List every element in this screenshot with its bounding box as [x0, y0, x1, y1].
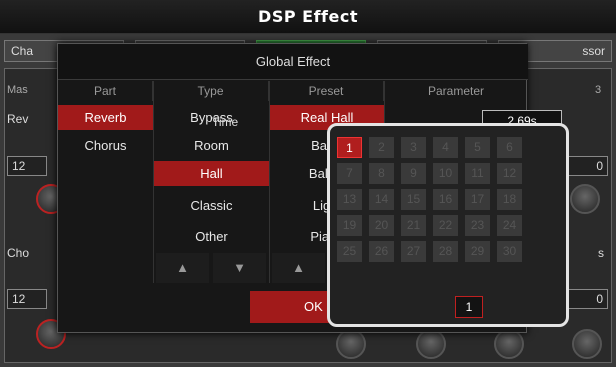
grid-number-18[interactable]: 18	[497, 189, 522, 210]
preset-scroll-up-button[interactable]: ▲	[272, 253, 325, 283]
col-header-part: Part	[58, 81, 153, 101]
parameter-label: Time	[212, 115, 239, 129]
bg-knob-b[interactable]	[416, 329, 446, 359]
grid-number-23[interactable]: 23	[465, 215, 490, 236]
dialog-title: Global Effect	[58, 44, 528, 80]
type-item-hall[interactable]: Hall	[154, 161, 269, 186]
bg-knob-a[interactable]	[336, 329, 366, 359]
col-header-preset: Preset	[269, 81, 384, 101]
grid-number-2[interactable]: 2	[369, 137, 394, 158]
part-item-chorus[interactable]: Chorus	[58, 133, 153, 158]
grid-number-27[interactable]: 27	[401, 241, 426, 262]
grid-number-16[interactable]: 16	[433, 189, 458, 210]
type-item-room[interactable]: Room	[154, 133, 269, 158]
grid-number-1[interactable]: 1	[337, 137, 362, 158]
bg-label-master: Mas	[7, 84, 28, 96]
page-indicator[interactable]: 1	[455, 296, 483, 318]
bg-knob-c[interactable]	[494, 329, 524, 359]
bg-value-top-right[interactable]: 0	[568, 156, 608, 176]
grid-number-7[interactable]: 7	[337, 163, 362, 184]
grid-number-14[interactable]: 14	[369, 189, 394, 210]
grid-number-5[interactable]: 5	[465, 137, 490, 158]
title-bar: DSP Effect	[0, 0, 616, 34]
grid-number-9[interactable]: 9	[401, 163, 426, 184]
part-item-reverb[interactable]: Reverb	[58, 105, 153, 130]
bg-label-number: 3	[595, 84, 602, 96]
bg-label-s: s	[598, 246, 604, 260]
grid-number-26[interactable]: 26	[369, 241, 394, 262]
grid-number-15[interactable]: 15	[401, 189, 426, 210]
bg-knob-right[interactable]	[570, 184, 600, 214]
grid-number-17[interactable]: 17	[465, 189, 490, 210]
grid-number-28[interactable]: 28	[433, 241, 458, 262]
grid-number-29[interactable]: 29	[465, 241, 490, 262]
grid-number-24[interactable]: 24	[497, 215, 522, 236]
type-item-other[interactable]: Other	[154, 224, 269, 249]
window-title: DSP Effect	[258, 7, 358, 26]
bg-knob-d[interactable]	[572, 329, 602, 359]
grid-number-10[interactable]: 10	[433, 163, 458, 184]
grid-number-20[interactable]: 20	[369, 215, 394, 236]
grid-number-12[interactable]: 12	[497, 163, 522, 184]
type-scroll-down-button[interactable]: ▼	[213, 253, 266, 283]
grid-number-6[interactable]: 6	[497, 137, 522, 158]
col-header-type: Type	[153, 81, 269, 101]
grid-number-30[interactable]: 30	[497, 241, 522, 262]
type-item-classic[interactable]: Classic	[154, 193, 269, 218]
preset-number-grid-popup: 1 2 3 4 5 6 7 8 9 10 11 12 13 14 15 16 17 18 19 20 21 22 23 24 2…	[327, 123, 569, 327]
grid-number-11[interactable]: 11	[465, 163, 490, 184]
grid-number-25[interactable]: 25	[337, 241, 362, 262]
grid-number-8[interactable]: 8	[369, 163, 394, 184]
grid-number-21[interactable]: 21	[401, 215, 426, 236]
bg-label-reverb: Rev	[7, 112, 29, 126]
grid-number-3[interactable]: 3	[401, 137, 426, 158]
bg-value-top-left[interactable]: 12	[7, 156, 47, 176]
col-header-parameter: Parameter	[427, 84, 485, 98]
type-scroll-up-button[interactable]: ▲	[156, 253, 209, 283]
grid-number-13[interactable]: 13	[337, 189, 362, 210]
bg-value-bottom-left[interactable]: 12	[7, 289, 47, 309]
bg-value-bottom-right[interactable]: 0	[568, 289, 608, 309]
grid-number-19[interactable]: 19	[337, 215, 362, 236]
bg-label-chorus: Cho	[7, 246, 30, 260]
grid-number-22[interactable]: 22	[433, 215, 458, 236]
grid-number-4[interactable]: 4	[433, 137, 458, 158]
